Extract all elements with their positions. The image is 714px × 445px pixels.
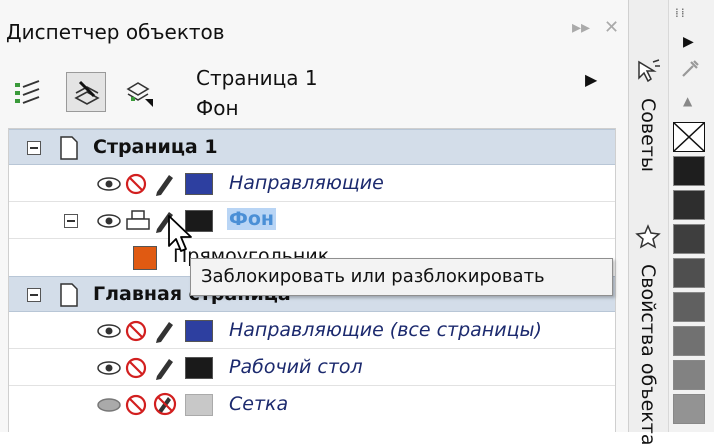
color-palette: ⁞⁞ ▶ ▲ [668, 0, 714, 432]
show-object-properties-icon [15, 80, 40, 104]
palette-swatch[interactable] [673, 394, 705, 424]
layer-name: Фон [227, 208, 277, 230]
collapse-icon[interactable] [27, 141, 41, 155]
docker-title-bar: Диспетчер объектов ▸▸ ✕ [0, 0, 628, 58]
layer-manager-view-icon [126, 82, 153, 107]
page-icon [60, 136, 78, 160]
tree-layer-row[interactable]: Сетка [9, 387, 615, 423]
flyout-arrow-icon[interactable]: ▶ [585, 70, 597, 89]
docker-tabs: Советы Свойства объекта [628, 0, 668, 445]
pencil-icon[interactable] [153, 356, 175, 380]
object-properties-icon [635, 224, 661, 249]
current-page-label: Страница 1 [196, 66, 318, 90]
layer-color-swatch[interactable] [185, 394, 213, 416]
print-disabled-icon[interactable] [125, 357, 147, 379]
palette-swatch[interactable] [673, 258, 705, 288]
no-color-swatch[interactable] [673, 122, 705, 152]
palette-scroll-up-icon[interactable]: ▲ [683, 94, 692, 108]
palette-swatch[interactable] [673, 156, 705, 186]
eye-icon[interactable] [97, 176, 121, 192]
edit-disabled-icon[interactable] [153, 392, 177, 416]
docker-toolbar: Страница 1 Фон ▶ [0, 58, 628, 128]
edit-across-layers-button[interactable] [66, 72, 106, 112]
pencil-icon[interactable] [153, 319, 175, 343]
layer-name: Направляющие (все страницы) [229, 319, 542, 341]
close-icon[interactable]: ✕ [604, 17, 619, 38]
tree-layer-row[interactable]: Рабочий стол [9, 350, 615, 386]
tree-layer-row[interactable]: Направляющие (все страницы) [9, 313, 615, 349]
page-name: Страница 1 [93, 136, 218, 158]
tree-layer-row[interactable]: Направляющие [9, 166, 615, 202]
palette-grip-icon[interactable]: ⁞⁞ [675, 6, 687, 20]
eye-icon[interactable] [97, 360, 121, 376]
selected-layer-name-wrap: Фон [227, 208, 277, 230]
layer-name: Направляющие [229, 172, 384, 194]
eye-icon[interactable] [97, 213, 121, 229]
tab-object-properties[interactable]: Свойства объекта [629, 222, 667, 445]
tree-layer-row-selected[interactable]: Фон [9, 203, 615, 239]
tab-object-properties-label: Свойства объекта [637, 264, 659, 445]
layer-color-swatch[interactable] [185, 173, 213, 195]
mouse-pointer-icon [168, 215, 192, 252]
edit-across-layers-icon [74, 80, 100, 105]
palette-swatch[interactable] [673, 292, 705, 322]
print-disabled-icon[interactable] [125, 173, 147, 195]
layer-name: Рабочий стол [229, 356, 363, 378]
layer-name: Сетка [229, 393, 289, 415]
show-object-properties-button[interactable] [8, 72, 48, 112]
collapse-icon[interactable] [27, 288, 41, 302]
double-chevron-right-icon[interactable]: ▸▸ [572, 17, 590, 38]
tab-hints-label: Советы [637, 98, 659, 172]
tree-page-row[interactable]: Страница 1 [9, 129, 615, 165]
current-layer-label: Фон [196, 96, 239, 120]
layer-manager-view-button[interactable] [120, 72, 160, 112]
pencil-icon[interactable] [153, 172, 175, 196]
palette-swatch[interactable] [673, 190, 705, 220]
palette-swatch[interactable] [673, 326, 705, 356]
palette-swatch[interactable] [673, 360, 705, 390]
lock-tooltip: Заблокировать или разблокировать [190, 258, 613, 296]
page-icon [60, 283, 78, 307]
object-color-swatch[interactable] [133, 246, 157, 270]
printer-icon[interactable] [125, 209, 151, 233]
tab-hints[interactable]: Советы [629, 56, 667, 206]
hints-icon [638, 59, 660, 83]
print-disabled-icon[interactable] [125, 394, 147, 416]
no-color-icon [673, 122, 705, 152]
layer-color-swatch[interactable] [185, 357, 213, 379]
palette-swatch[interactable] [673, 224, 705, 254]
print-disabled-icon[interactable] [125, 320, 147, 342]
layer-color-swatch[interactable] [185, 320, 213, 342]
object-manager-docker: Диспетчер объектов ▸▸ ✕ Страница 1 Фон ▶… [0, 0, 628, 432]
eye-icon[interactable] [97, 323, 121, 339]
eye-hidden-icon[interactable] [97, 397, 121, 413]
collapse-icon[interactable] [64, 214, 78, 228]
palette-menu-icon[interactable]: ▶ [683, 34, 694, 50]
eyedropper-icon[interactable] [679, 58, 701, 80]
docker-title: Диспетчер объектов [6, 20, 225, 44]
